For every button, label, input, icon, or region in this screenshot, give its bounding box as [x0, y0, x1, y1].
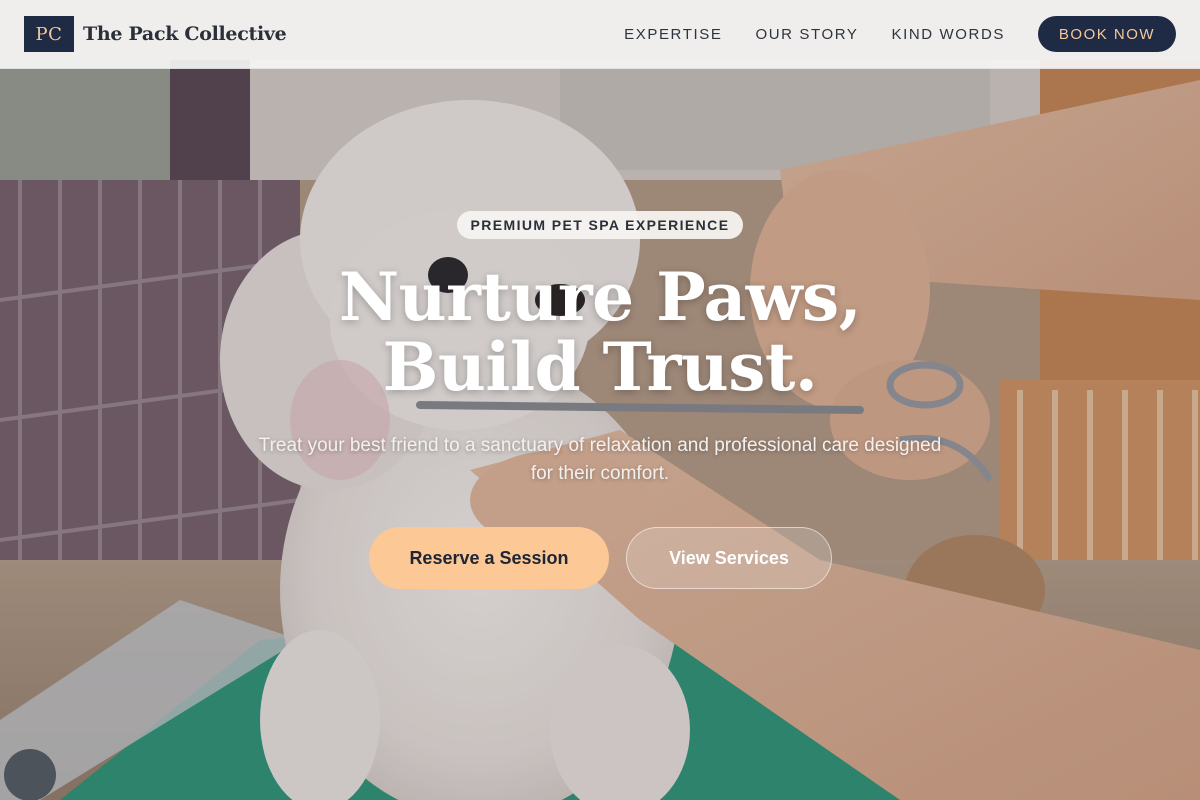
view-services-button[interactable]: View Services [626, 527, 832, 589]
logo-mark[interactable]: PC [24, 16, 74, 52]
reserve-session-button[interactable]: Reserve a Session [369, 527, 609, 589]
hero-headline: Nurture Paws, Build Trust. [250, 262, 950, 402]
hero-headline-line-2: Build Trust. [382, 328, 818, 406]
hero-badge: PREMIUM PET SPA EXPERIENCE [457, 211, 743, 239]
nav-link-kind-words[interactable]: KIND WORDS [892, 26, 1006, 43]
brand[interactable]: PC The Pack Collective [24, 16, 287, 52]
main-nav: EXPERTISE OUR STORY KIND WORDS BOOK NOW [624, 16, 1176, 52]
book-now-button[interactable]: BOOK NOW [1038, 16, 1176, 52]
site-header: PC The Pack Collective EXPERTISE OUR STO… [0, 0, 1200, 69]
hero-section: PREMIUM PET SPA EXPERIENCE Nurture Paws,… [0, 0, 1200, 800]
hero-subtext: Treat your best friend to a sanctuary of… [258, 435, 942, 484]
hero-headline-line-1: Nurture Paws, [338, 258, 862, 336]
nav-link-expertise[interactable]: EXPERTISE [624, 26, 722, 43]
hero-cta-row: Reserve a Session View Services [369, 527, 832, 589]
nav-link-our-story[interactable]: OUR STORY [755, 26, 858, 43]
brand-name[interactable]: The Pack Collective [83, 23, 287, 45]
